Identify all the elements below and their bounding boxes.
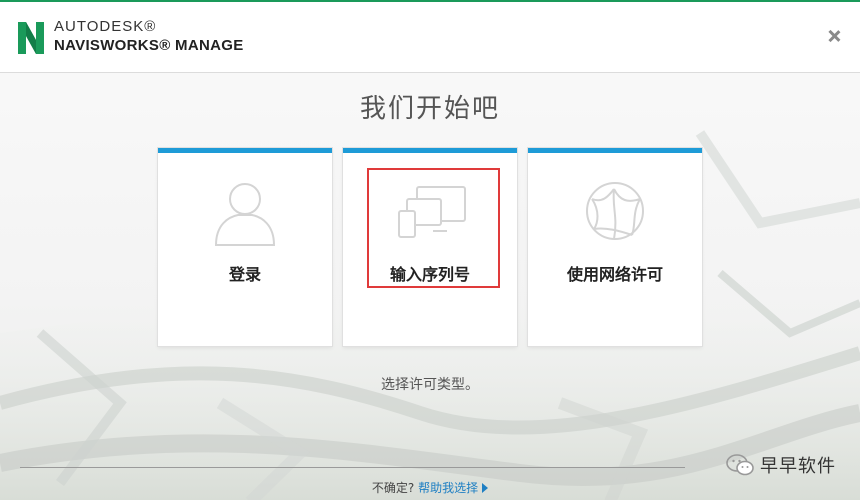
card-sign-in[interactable]: 登录 <box>158 148 332 346</box>
license-type-prompt: 选择许可类型。 <box>381 377 479 393</box>
card-sign-in-label: 登录 <box>228 265 261 284</box>
close-icon[interactable] <box>826 28 842 44</box>
license-window: AUTODESK® NAVISWORKS® MANAGE 我们开始吧 登录 输入… <box>0 0 860 500</box>
card-enter-serial-number[interactable]: 输入序列号 <box>343 148 517 346</box>
watermark: 早早软件 <box>726 452 836 478</box>
card-network-license-label: 使用网络许可 <box>566 265 663 284</box>
footer: 不确定? 帮助我选择 <box>0 479 860 496</box>
play-arrow-icon <box>482 483 489 493</box>
help-me-choose-label: 帮助我选择 <box>418 481 479 495</box>
network-globe-icon <box>586 182 644 240</box>
wechat-icon <box>726 454 754 476</box>
footer-question: 不确定? <box>371 481 415 495</box>
watermark-text: 早早软件 <box>760 456 836 477</box>
brand-product-name: NAVISWORKS® MANAGE <box>54 37 244 54</box>
footer-divider <box>20 467 685 468</box>
card-enter-serial-number-label: 输入序列号 <box>389 265 470 284</box>
navisworks-logo-icon <box>18 22 44 54</box>
user-icon <box>214 183 276 246</box>
devices-icon <box>398 186 466 238</box>
page-title: 我们开始吧 <box>359 94 500 124</box>
title-bar: AUTODESK® NAVISWORKS® MANAGE <box>0 2 860 73</box>
help-me-choose-link[interactable]: 帮助我选择 <box>418 481 489 495</box>
brand-autodesk: AUTODESK® <box>54 18 157 35</box>
card-network-license[interactable]: 使用网络许可 <box>528 148 702 346</box>
